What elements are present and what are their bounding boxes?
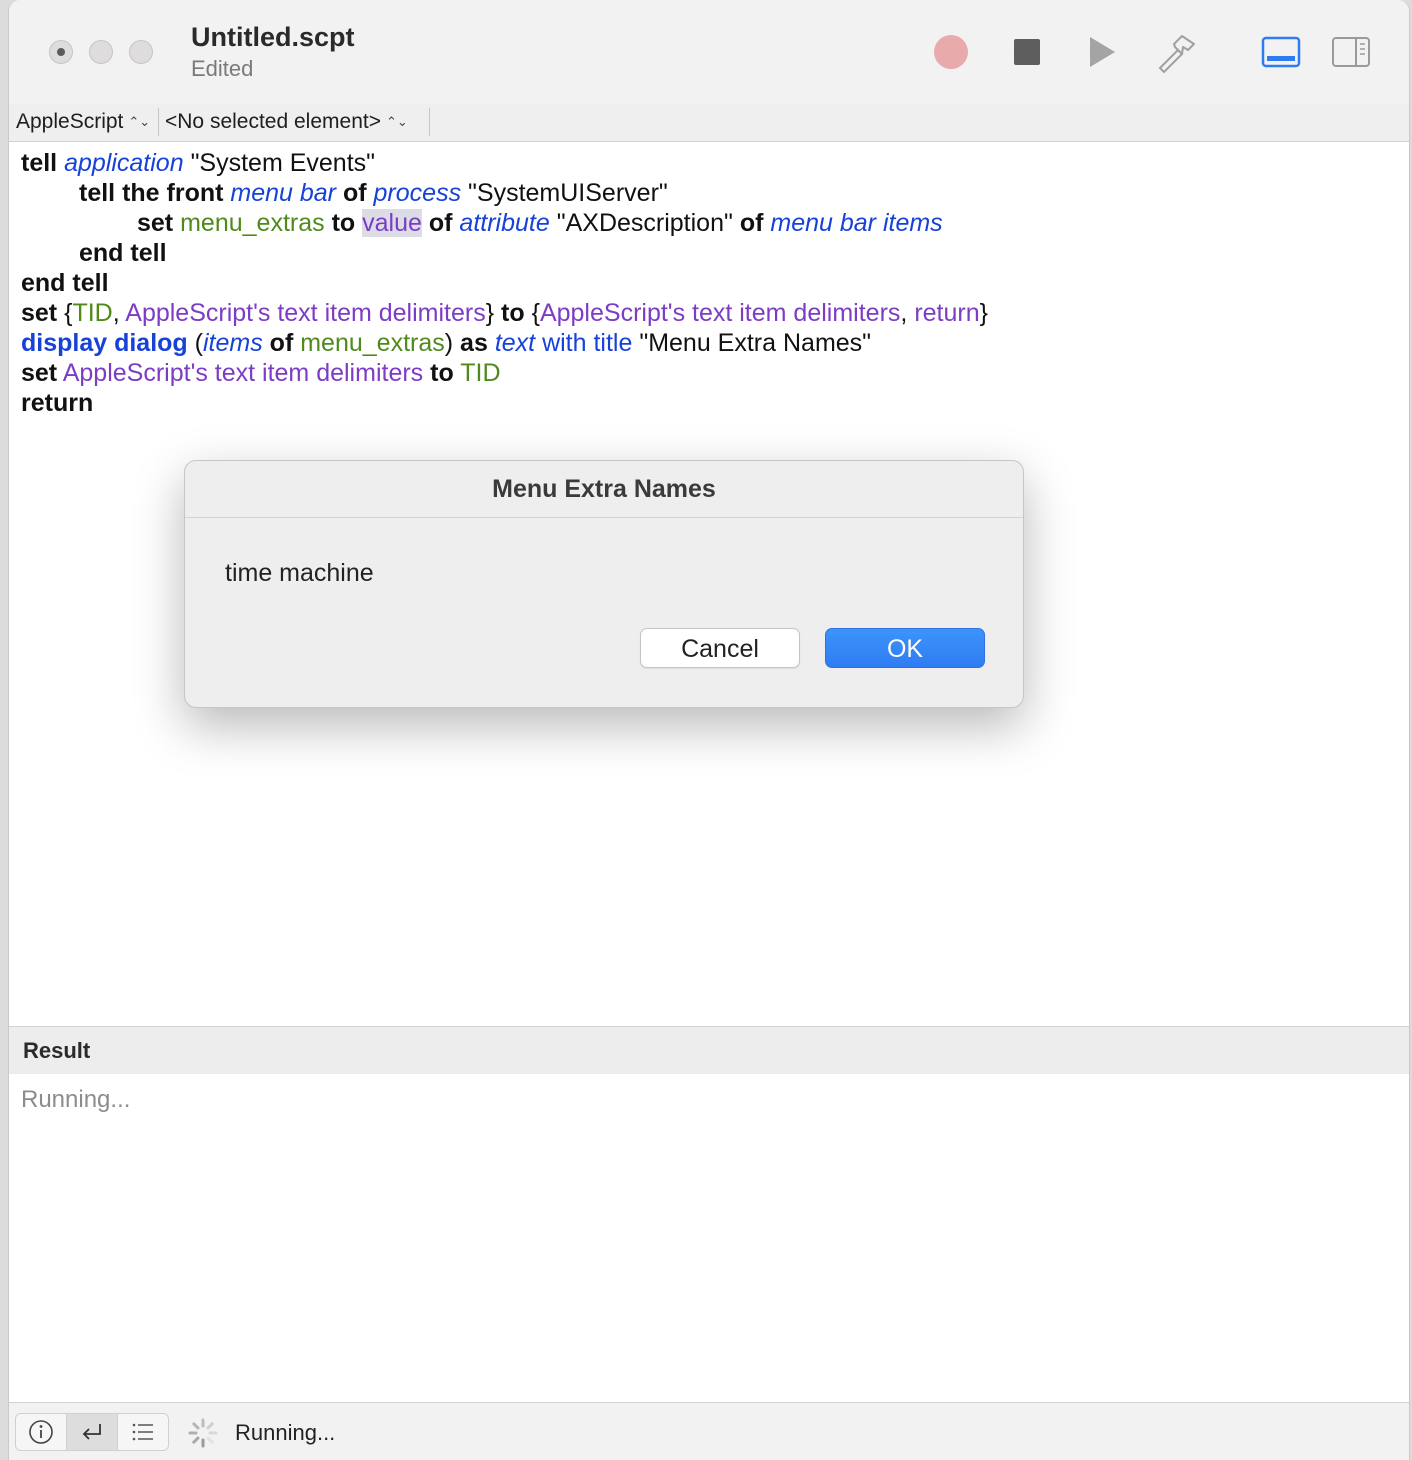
result-view-button[interactable] xyxy=(66,1413,118,1451)
document-edited-status: Edited xyxy=(191,56,254,81)
accessory-view-button[interactable] xyxy=(15,1413,67,1451)
progress-spinner-icon xyxy=(188,1418,218,1448)
toggle-side-panel-button[interactable] xyxy=(1329,30,1373,74)
record-button[interactable] xyxy=(929,30,973,74)
result-pane[interactable]: Running... xyxy=(9,1074,1409,1401)
bottom-bar: Running... xyxy=(9,1402,1409,1460)
side-panel-icon xyxy=(1332,37,1370,67)
stop-button[interactable] xyxy=(1005,30,1049,74)
compile-button[interactable] xyxy=(1155,30,1199,74)
titlebar: Untitled.scpt Edited xyxy=(9,0,1409,105)
play-icon xyxy=(1090,37,1115,67)
updown-chevron-icon: ⌃⌄ xyxy=(128,114,151,129)
code-line: end tell xyxy=(21,269,109,297)
display-dialog: Menu Extra Names time machine Cancel OK xyxy=(184,460,1024,708)
element-popup[interactable]: <No selected element> ⌃⌄ xyxy=(165,110,408,134)
selected-token: value xyxy=(362,209,422,237)
return-arrow-icon xyxy=(82,1424,101,1440)
result-text: Running... xyxy=(21,1086,131,1113)
toggle-bottom-panel-button[interactable] xyxy=(1259,30,1303,74)
hammer-icon xyxy=(1158,35,1195,74)
dialog-message: time machine xyxy=(225,559,374,587)
log-view-button[interactable] xyxy=(117,1413,169,1451)
nav-divider xyxy=(158,108,159,136)
code-line: set AppleScript's text item delimiters t… xyxy=(21,359,501,387)
result-header-label: Result xyxy=(23,1038,91,1063)
code-line: set menu_extras to value of attribute "A… xyxy=(137,209,943,237)
code-line: return xyxy=(21,389,94,417)
run-button[interactable] xyxy=(1079,30,1123,74)
nav-divider xyxy=(429,108,430,136)
code-line: end tell xyxy=(79,239,167,267)
close-window-button[interactable] xyxy=(49,40,73,64)
info-icon xyxy=(29,1420,53,1444)
ok-button[interactable]: OK xyxy=(825,628,985,668)
navigation-bar: AppleScript ⌃⌄ <No selected element> ⌃⌄ xyxy=(9,104,1409,142)
record-icon xyxy=(934,35,968,69)
cancel-button[interactable]: Cancel xyxy=(640,628,800,668)
document-title: Untitled.scpt xyxy=(191,22,355,52)
result-header: Result xyxy=(9,1026,1409,1075)
code-line: display dialog (items of menu_extras) as… xyxy=(21,329,872,357)
updown-chevron-icon: ⌃⌄ xyxy=(385,114,408,129)
dialog-title: Menu Extra Names xyxy=(185,461,1023,518)
zoom-window-button[interactable] xyxy=(129,40,153,64)
stop-icon xyxy=(1014,39,1040,65)
code-line: set {TID, AppleScript's text item delimi… xyxy=(21,299,988,327)
element-popup-label: <No selected element> xyxy=(165,110,381,133)
list-icon xyxy=(132,1423,153,1441)
code-line: tell application "System Events" xyxy=(21,149,376,177)
language-popup[interactable]: AppleScript ⌃⌄ xyxy=(16,110,150,134)
code-line: tell the front menu bar of process "Syst… xyxy=(79,179,668,207)
script-editor-window: Untitled.scpt Edited AppleScript ⌃⌄ <No … xyxy=(8,0,1410,1460)
minimize-window-button[interactable] xyxy=(89,40,113,64)
language-popup-label: AppleScript xyxy=(16,110,124,133)
status-text: Running... xyxy=(235,1420,336,1445)
bottom-panel-icon xyxy=(1261,36,1301,68)
